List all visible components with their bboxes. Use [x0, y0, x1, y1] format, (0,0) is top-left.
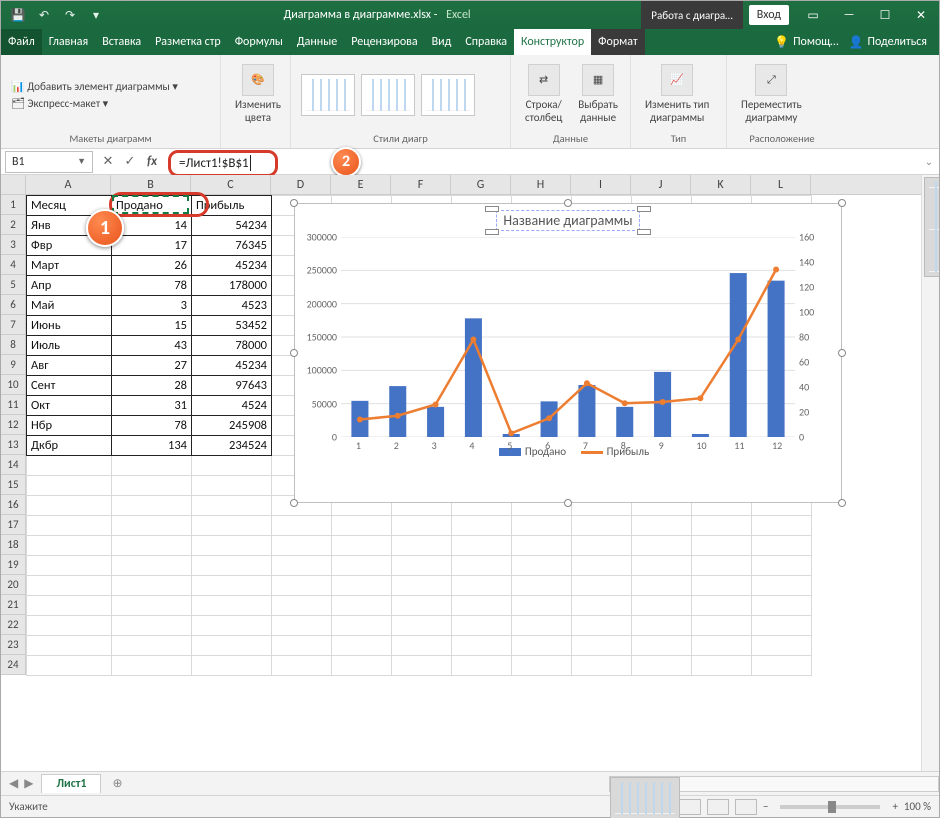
- group-chart-layouts: Макеты диаграмм: [11, 130, 210, 148]
- maximize-icon[interactable]: ☐: [867, 1, 903, 29]
- sheet-tab-active[interactable]: Лист1: [41, 774, 101, 793]
- chart-handle[interactable]: [838, 349, 846, 357]
- tab-review[interactable]: Рецензирова: [344, 29, 424, 55]
- fx-icon[interactable]: fx: [141, 151, 163, 173]
- zoom-slider[interactable]: [780, 805, 880, 809]
- status-bar: Укажите − + 100 %: [1, 795, 939, 817]
- confirm-formula-icon[interactable]: ✓: [119, 151, 141, 173]
- view-normal-icon[interactable]: [679, 799, 701, 815]
- chart-svg: [341, 237, 795, 437]
- ribbon-display-icon[interactable]: ▭: [795, 1, 831, 29]
- chart-title[interactable]: Название диаграммы: [295, 204, 841, 237]
- palette-icon: 🎨: [242, 64, 274, 96]
- zoom-out-icon[interactable]: −: [763, 800, 768, 813]
- new-sheet-button[interactable]: ⊕: [101, 775, 133, 792]
- y-axis-left: 050000100000150000200000250000300000: [299, 237, 339, 437]
- name-box[interactable]: B1▼: [5, 151, 93, 173]
- document-name: Диаграмма в диаграмме.xlsx: [284, 8, 431, 22]
- add-chart-element-button[interactable]: 📊 Добавить элемент диаграммы ▾: [11, 79, 178, 94]
- share-button[interactable]: 👤 Поделиться: [849, 35, 927, 50]
- zoom-level[interactable]: 100 %: [904, 800, 931, 813]
- formula-callout-highlight: =Лист1!$B$1 2: [168, 150, 278, 177]
- ribbon-tabs: Файл Главная Вставка Разметка стр Формул…: [1, 29, 939, 55]
- select-data-icon: ▦: [582, 64, 614, 96]
- tab-insert[interactable]: Вставка: [95, 29, 148, 55]
- tab-chart-format[interactable]: Формат: [591, 29, 644, 55]
- tab-file[interactable]: Файл: [1, 29, 42, 55]
- chart-handle[interactable]: [564, 499, 572, 507]
- save-icon[interactable]: 💾: [9, 6, 27, 24]
- worksheet-area[interactable]: ABCDEFGHIJKL 123456789101112131415161718…: [1, 175, 939, 771]
- change-colors-button[interactable]: 🎨Изменить цвета: [231, 62, 285, 126]
- formula-bar: B1▼ ✕ ✓ fx =Лист1!$B$1 2 ⌄: [1, 149, 939, 175]
- select-data-button[interactable]: ▦Выбрать данные: [574, 62, 622, 126]
- switch-row-column-button[interactable]: ⇄Строка/ столбец: [521, 62, 566, 126]
- app-name: Excel: [446, 8, 471, 22]
- undo-icon[interactable]: ↶: [35, 6, 53, 24]
- redo-icon[interactable]: ↷: [61, 6, 79, 24]
- vertical-scrollbar[interactable]: [921, 175, 939, 771]
- tab-home[interactable]: Главная: [42, 29, 95, 55]
- select-all-corner[interactable]: [1, 175, 26, 195]
- ribbon: 📊 Добавить элемент диаграммы ▾ 🗂 Экспрес…: [1, 55, 939, 149]
- tab-view[interactable]: Вид: [425, 29, 459, 55]
- status-mode: Укажите: [9, 800, 48, 813]
- group-data: Данные: [521, 130, 620, 148]
- x-axis: 123456789101112: [341, 439, 795, 455]
- switch-icon: ⇄: [528, 64, 560, 96]
- group-type: Тип: [641, 130, 716, 148]
- chart-styles-gallery[interactable]: [301, 74, 475, 116]
- close-icon[interactable]: ✕: [903, 1, 939, 29]
- tab-formulas[interactable]: Формулы: [228, 29, 290, 55]
- group-location: Расположение: [737, 130, 827, 148]
- chart-handle[interactable]: [290, 349, 298, 357]
- tab-nav-next-icon[interactable]: ▶: [24, 776, 33, 791]
- chart-plot-area[interactable]: 050000100000150000200000250000300000 020…: [341, 237, 795, 437]
- cancel-formula-icon[interactable]: ✕: [97, 151, 119, 173]
- tab-nav-prev-icon[interactable]: ◀: [9, 776, 18, 791]
- quick-access-toolbar: 💾 ↶ ↷ ▾: [1, 6, 113, 24]
- group-chart-styles: Стили диагр: [301, 130, 500, 148]
- chart-handle[interactable]: [838, 499, 846, 507]
- move-chart-icon: ⤢: [755, 64, 787, 96]
- chart-type-icon: 📈: [661, 64, 693, 96]
- y-axis-right: 020406080100120140160: [797, 237, 837, 437]
- qat-customize-icon[interactable]: ▾: [87, 6, 105, 24]
- chart-handle[interactable]: [290, 499, 298, 507]
- tell-me-button[interactable]: 💡 Помощ…: [774, 35, 838, 50]
- chevron-down-icon[interactable]: ▼: [77, 156, 86, 167]
- view-page-break-icon[interactable]: [735, 799, 757, 815]
- quick-layout-button[interactable]: 🗂 Экспресс-макет ▾: [11, 96, 108, 111]
- zoom-in-icon[interactable]: +: [892, 800, 897, 813]
- cells-grid[interactable]: МесяцПроданоПрибыльЯнв1454234Фвр1776345М…: [26, 195, 921, 771]
- formula-input[interactable]: =Лист1!$B$1 2: [163, 151, 919, 173]
- expand-formula-bar-icon[interactable]: ⌄: [919, 155, 939, 168]
- callout-badge-1: 1: [86, 209, 124, 247]
- change-chart-type-button[interactable]: 📈Изменить тип диаграммы: [641, 62, 713, 126]
- minimize-icon[interactable]: —: [831, 1, 867, 29]
- sheet-tab-bar: ◀ ▶ Лист1 ⊕: [1, 771, 939, 795]
- tab-page-layout[interactable]: Разметка стр: [148, 29, 228, 55]
- chart-object[interactable]: Название диаграммы 050000100000150000200…: [294, 203, 842, 503]
- horizontal-scrollbar[interactable]: [609, 776, 939, 792]
- view-page-layout-icon[interactable]: [707, 799, 729, 815]
- contextual-tools-label: Работа с диагра…: [641, 1, 743, 29]
- tab-data[interactable]: Данные: [290, 29, 344, 55]
- column-headers[interactable]: ABCDEFGHIJKL: [26, 175, 921, 195]
- row-headers[interactable]: 123456789101112131415161718192021222324: [1, 195, 26, 675]
- move-chart-button[interactable]: ⤢Переместить диаграмму: [737, 62, 806, 126]
- tab-help[interactable]: Справка: [458, 29, 514, 55]
- titlebar: 💾 ↶ ↷ ▾ Диаграмма в диаграмме.xlsx - Exc…: [1, 1, 939, 29]
- window-title: Диаграмма в диаграмме.xlsx - Excel: [113, 8, 641, 22]
- callout-badge-2: 2: [331, 147, 361, 177]
- tab-chart-design[interactable]: Конструктор: [514, 29, 591, 55]
- signin-button[interactable]: Вход: [749, 5, 789, 25]
